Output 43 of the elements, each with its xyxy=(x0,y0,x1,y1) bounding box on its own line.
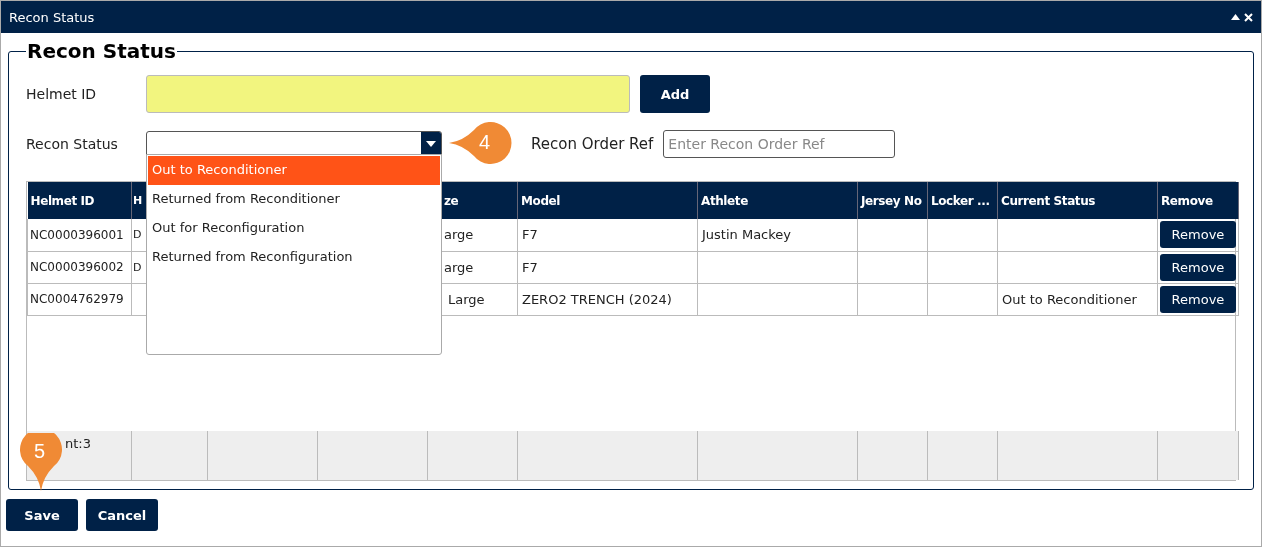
table-cell: NC0004762979 xyxy=(30,292,124,306)
remove-button[interactable]: Remove xyxy=(1160,221,1236,249)
table-cell: F7 xyxy=(522,259,538,275)
field-label: Recon Order Ref xyxy=(531,135,654,153)
recon-order-ref-field[interactable]: Enter Recon Order Ref xyxy=(663,130,896,158)
form-title: Recon Status xyxy=(26,39,177,63)
helmet-id-field[interactable] xyxy=(146,75,630,113)
column-header: Locker ... xyxy=(931,193,990,208)
column-header: Jersey No xyxy=(861,193,922,208)
field-label: Recon Status xyxy=(26,136,119,152)
remove-button[interactable]: Remove xyxy=(1160,253,1236,281)
table-cell: arge xyxy=(444,259,474,275)
field-label: Helmet ID xyxy=(26,86,98,102)
table-cell: NC0000396002 xyxy=(30,260,124,274)
column-header: Model xyxy=(521,193,561,208)
add-button[interactable]: Add xyxy=(640,75,710,113)
dropdown-option[interactable]: Returned from Reconfiguration xyxy=(148,243,440,272)
table-cell: NC0000396001 xyxy=(30,227,124,242)
step-marker: 5 xyxy=(20,433,62,491)
table-cell: ZERO2 TRENCH (2024) xyxy=(522,291,672,307)
row-count: nt:3 xyxy=(65,436,91,451)
collapse-icon[interactable] xyxy=(1231,14,1240,20)
dropdown-caret-icon xyxy=(426,141,436,147)
close-icon[interactable] xyxy=(1244,12,1253,22)
cancel-button[interactable]: Cancel xyxy=(86,499,158,531)
column-header: ze xyxy=(444,193,459,208)
remove-button[interactable]: Remove xyxy=(1160,285,1236,313)
table-cell: F7 xyxy=(522,227,538,243)
column-header: Current Status xyxy=(1001,193,1096,208)
column-header: Helmet ID xyxy=(30,193,95,208)
column-header: H xyxy=(133,194,142,207)
window-title: Recon Status xyxy=(9,9,95,25)
table-cell: Justin Mackey xyxy=(702,227,791,243)
dropdown-option[interactable]: Out for Reconfiguration xyxy=(148,214,440,243)
column-header: Athlete xyxy=(701,193,748,208)
table-cell: Large xyxy=(448,291,485,307)
dropdown-option[interactable]: Returned from Reconditioner xyxy=(148,185,440,214)
save-button[interactable]: Save xyxy=(6,499,78,531)
table-cell: arge xyxy=(444,227,474,243)
table-cell: Out to Reconditioner xyxy=(1002,291,1137,307)
column-header: Remove xyxy=(1161,193,1213,208)
table-cell: D xyxy=(133,228,142,242)
table-cell: D xyxy=(133,260,142,274)
